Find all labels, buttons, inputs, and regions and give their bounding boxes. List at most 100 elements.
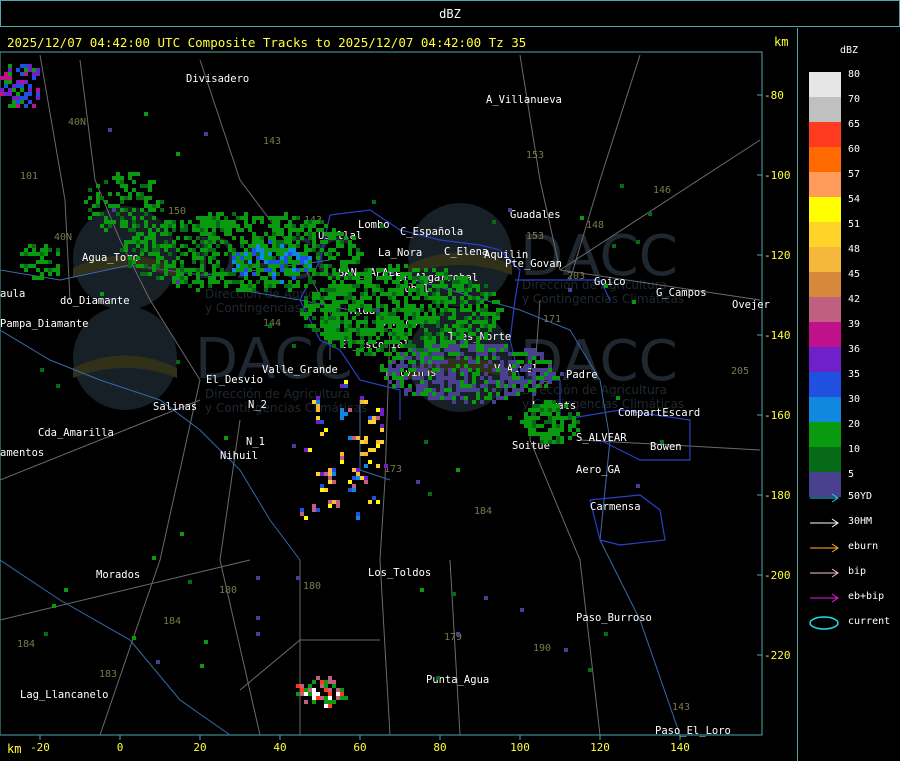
track-arrow-icon (810, 593, 839, 603)
track-arrow-icon (810, 518, 839, 528)
legend-color-swatch (809, 272, 841, 297)
current-ellipse-icon (809, 616, 839, 630)
y-tick-label: -100 (764, 169, 791, 182)
place-label: N_1 (246, 436, 265, 448)
track-arrow-icon (810, 543, 839, 553)
legend-level-label: 10 (848, 444, 861, 455)
track-arrow-icon (810, 493, 839, 503)
route-label: 101 (20, 171, 38, 182)
place-label: Aero_GA (576, 464, 621, 476)
place-label: Goico (594, 276, 626, 288)
place-label: A_Villanueva (486, 94, 562, 106)
place-label: El_Desvio (206, 374, 263, 386)
place-label: Morados (96, 569, 140, 581)
route-label: 205 (731, 366, 749, 377)
x-tick-label: 80 (433, 741, 446, 754)
place-label: Lombo (358, 219, 390, 231)
y-tick-label: -140 (764, 329, 791, 342)
x-axis: -20 0 20 40 60 80 100 120 140 (30, 735, 690, 754)
place-label: Salinas (153, 401, 197, 413)
place-label: La_Nora (378, 247, 422, 259)
legend-level-label: 39 (848, 319, 861, 330)
x-tick-label: 140 (670, 741, 690, 754)
x-tick-label: 0 (117, 741, 124, 754)
legend-level-label: 45 (848, 269, 861, 280)
legend-level-label: 65 (848, 119, 861, 130)
y-tick-label: -220 (764, 649, 791, 662)
place-label: CompartEscard (618, 407, 700, 419)
legend-color-swatch (809, 347, 841, 372)
place-label: aula (0, 288, 25, 300)
legend-level-label: 80 (848, 69, 861, 80)
track-legend-label: 30HM (848, 516, 873, 527)
place-label: Paso_El_Loro (655, 725, 731, 737)
place-label: G_Campos (656, 287, 707, 299)
place-label: Valle_Grande (262, 364, 338, 376)
composite-title: 2025/12/07 04:42:00 UTC Composite Tracks… (7, 35, 527, 50)
place-label: C_Española (400, 226, 463, 238)
y-tick-label: -160 (764, 409, 791, 422)
place-label: Padre (566, 369, 598, 381)
y-tick-label: -180 (764, 489, 791, 502)
place-label: Nihuil (220, 450, 258, 462)
place-label: Ovejer (732, 299, 770, 311)
track-legend-label: 50YD (848, 491, 873, 502)
place-label: Punta_Agua (426, 674, 489, 686)
legend-color-swatch (809, 297, 841, 322)
legend-color-swatch (809, 172, 841, 197)
y-tick-label: -200 (764, 569, 791, 582)
place-label: Lag_Llancanelo (20, 689, 109, 701)
legend-color-swatch (809, 97, 841, 122)
legend-color-swatch (809, 447, 841, 472)
route-label: 171 (543, 314, 561, 325)
route-label: 40N (68, 117, 86, 128)
legend-level-label: 48 (848, 244, 861, 255)
place-label: do_Diamante (60, 295, 130, 307)
y-tick-label: -80 (764, 89, 784, 102)
place-label: Los_Toldos (368, 567, 431, 579)
legend-level-label: 70 (848, 94, 861, 105)
legend-level-label: 30 (848, 394, 861, 405)
legend-title: dBZ (840, 45, 859, 56)
route-label: 153 (526, 150, 544, 161)
place-label: Bowen (650, 441, 682, 453)
place-label: Divisadero (186, 73, 249, 85)
place-label: amentos (0, 447, 44, 459)
legend-level-label: 36 (848, 344, 861, 355)
track-legend-label: eb+bip (848, 591, 885, 602)
route-label: 180 (219, 585, 237, 596)
route-label: 184 (474, 506, 492, 517)
place-label: Carmensa (590, 501, 641, 513)
legend-level-label: 42 (848, 294, 861, 305)
x-axis-unit: km (7, 742, 22, 756)
legend-color-swatch (809, 397, 841, 422)
x-tick-label: 60 (353, 741, 366, 754)
place-label: Pampa_Diamante (0, 318, 89, 330)
legend-color-swatch (809, 197, 841, 222)
legend-color-swatch (809, 422, 841, 447)
place-label: Cda_Amarilla (38, 427, 114, 439)
x-tick-label: 40 (273, 741, 286, 754)
x-tick-label: 100 (510, 741, 530, 754)
y-axis-unit: km (774, 35, 789, 49)
route-label: 180 (303, 581, 321, 592)
legend-color-swatch (809, 247, 841, 272)
place-label: Guadales (510, 209, 561, 221)
place-label: S_ALVEAR (576, 432, 627, 444)
legend-color-swatch (809, 122, 841, 147)
x-tick-label: 120 (590, 741, 610, 754)
legend-level-label: 57 (848, 169, 861, 180)
legend-color-swatch (809, 72, 841, 97)
route-label: 183 (99, 669, 117, 680)
legend-level-label: 20 (848, 419, 861, 430)
legend-level-label: 35 (848, 369, 861, 380)
radar-map[interactable]: DACC Dirección de Agricultura y Continge… (0, 0, 798, 761)
route-label: 203 (567, 271, 585, 282)
route-label: 184 (17, 639, 35, 650)
route-label: 143 (672, 702, 690, 713)
track-legend-label: bip (848, 566, 867, 577)
route-label: 143 (263, 136, 281, 147)
legend-level-label: 54 (848, 194, 861, 205)
legend-color-swatch (809, 322, 841, 347)
route-label: 190 (533, 643, 551, 654)
